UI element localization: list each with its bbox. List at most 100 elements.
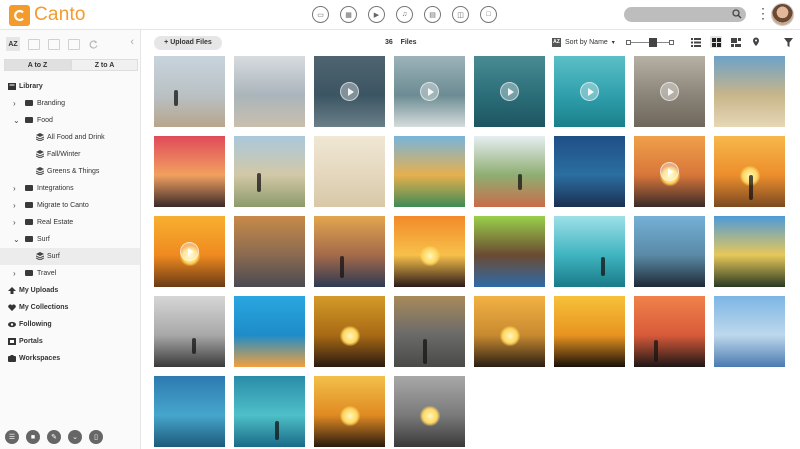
tree-album[interactable]: All Food and Drink: [0, 129, 140, 146]
image-thumbnail[interactable]: [234, 376, 305, 447]
sidebar-section[interactable]: Following: [0, 316, 140, 333]
logo[interactable]: Canto: [9, 4, 86, 26]
image-thumbnail[interactable]: [394, 296, 465, 367]
image-thumbnail[interactable]: [634, 216, 705, 287]
chevron-down-icon[interactable]: ⌄: [13, 112, 20, 129]
image-thumbnail[interactable]: [554, 136, 625, 207]
tree-album[interactable]: Greens & Things: [0, 163, 140, 180]
image-thumbnail[interactable]: [714, 216, 785, 287]
collapse-sidebar-icon[interactable]: ‹: [130, 36, 134, 48]
image-thumbnail[interactable]: [714, 296, 785, 367]
image-thumbnail[interactable]: [154, 136, 225, 207]
image-thumbnail[interactable]: [154, 296, 225, 367]
image-thumbnail[interactable]: [474, 216, 545, 287]
zoom-out-icon[interactable]: [626, 40, 631, 45]
map-view-icon[interactable]: [750, 36, 762, 48]
sort-dropdown[interactable]: AZ Sort by Name ▾: [552, 38, 615, 47]
image-thumbnail[interactable]: [394, 136, 465, 207]
image-thumbnail[interactable]: [234, 136, 305, 207]
play-icon[interactable]: [500, 82, 519, 101]
zoom-handle[interactable]: [649, 38, 657, 47]
video-icon[interactable]: ▶: [368, 6, 385, 23]
play-icon[interactable]: [180, 242, 199, 261]
all-files-icon[interactable]: ▭: [312, 6, 329, 23]
tree-folder[interactable]: › Travel: [0, 265, 140, 282]
video-thumbnail[interactable]: [634, 56, 705, 127]
image-thumbnail[interactable]: [714, 56, 785, 127]
image-thumbnail[interactable]: [154, 376, 225, 447]
image-thumbnail[interactable]: [474, 136, 545, 207]
tree-folder[interactable]: ⌄ Surf: [0, 231, 140, 248]
edit-icon[interactable]: ✎: [47, 430, 61, 444]
edit-folder-icon[interactable]: [48, 38, 60, 50]
masonry-view-icon[interactable]: [730, 36, 742, 48]
video-thumbnail[interactable]: [154, 216, 225, 287]
image-icon[interactable]: ▦: [340, 6, 357, 23]
refresh-icon[interactable]: [88, 39, 99, 50]
play-icon[interactable]: [580, 82, 599, 101]
image-thumbnail[interactable]: [474, 296, 545, 367]
grid-view-icon[interactable]: [710, 36, 722, 48]
image-thumbnail[interactable]: [554, 216, 625, 287]
image-thumbnail[interactable]: [314, 376, 385, 447]
image-thumbnail[interactable]: [394, 216, 465, 287]
sidebar-section[interactable]: My Uploads: [0, 282, 140, 299]
image-thumbnail[interactable]: [154, 56, 225, 127]
chevron-right-icon[interactable]: ›: [13, 95, 16, 112]
image-thumbnail[interactable]: [234, 296, 305, 367]
document-icon[interactable]: ▤: [424, 6, 441, 23]
search-input[interactable]: [624, 7, 746, 22]
image-thumbnail[interactable]: [394, 376, 465, 447]
upload-files-button[interactable]: + Upload Files: [154, 36, 222, 50]
tree-album[interactable]: Surf: [0, 248, 140, 265]
video-thumbnail[interactable]: [474, 56, 545, 127]
tree-folder[interactable]: › Branding: [0, 95, 140, 112]
chevron-right-icon[interactable]: ›: [13, 214, 16, 231]
image-thumbnail[interactable]: [714, 136, 785, 207]
chevron-right-icon[interactable]: ›: [13, 197, 16, 214]
zoom-slider[interactable]: [626, 38, 674, 47]
image-thumbnail[interactable]: [554, 296, 625, 367]
image-thumbnail[interactable]: [314, 216, 385, 287]
image-thumbnail[interactable]: [234, 216, 305, 287]
chevron-right-icon[interactable]: ›: [13, 265, 16, 282]
zoom-in-icon[interactable]: [669, 40, 674, 45]
tree-album[interactable]: Fall/Winter: [0, 146, 140, 163]
sort-a-to-z-button[interactable]: A to Z: [4, 59, 71, 71]
sidebar-section[interactable]: Portals: [0, 333, 140, 350]
play-icon[interactable]: [660, 162, 679, 181]
image-thumbnail[interactable]: [234, 56, 305, 127]
play-icon[interactable]: [660, 82, 679, 101]
stack-icon[interactable]: ☰: [5, 430, 19, 444]
video-thumbnail[interactable]: [554, 56, 625, 127]
presentation-icon[interactable]: ◫: [452, 6, 469, 23]
video-thumbnail[interactable]: [394, 56, 465, 127]
library-heading[interactable]: Library: [0, 78, 140, 95]
image-thumbnail[interactable]: [314, 296, 385, 367]
more-menu-icon[interactable]: ⋮: [756, 6, 770, 20]
video-thumbnail[interactable]: [314, 56, 385, 127]
tree-folder[interactable]: ⌄ Food: [0, 112, 140, 129]
new-folder-icon[interactable]: [28, 38, 40, 50]
video-thumbnail[interactable]: [634, 136, 705, 207]
avatar[interactable]: [771, 3, 794, 26]
play-icon[interactable]: [420, 82, 439, 101]
other-file-icon[interactable]: □: [480, 6, 497, 23]
image-thumbnail[interactable]: [314, 136, 385, 207]
tree-folder[interactable]: › Real Estate: [0, 214, 140, 231]
sidebar-section[interactable]: My Collections: [0, 299, 140, 316]
sort-z-to-a-button[interactable]: Z to A: [71, 59, 138, 71]
image-thumbnail[interactable]: [634, 296, 705, 367]
chevron-right-icon[interactable]: ›: [13, 180, 16, 197]
tree-folder[interactable]: › Migrate to Canto: [0, 197, 140, 214]
trash-icon[interactable]: ▯: [89, 430, 103, 444]
play-icon[interactable]: [340, 82, 359, 101]
sidebar-section[interactable]: Workspaces: [0, 350, 140, 367]
audio-icon[interactable]: ♫: [396, 6, 413, 23]
sort-az-icon[interactable]: AZ: [6, 37, 20, 51]
chevron-down-icon[interactable]: ⌄: [68, 430, 82, 444]
comment-icon[interactable]: ■: [26, 430, 40, 444]
list-view-icon[interactable]: [690, 36, 702, 48]
tree-folder[interactable]: › Integrations: [0, 180, 140, 197]
chevron-down-icon[interactable]: ⌄: [13, 231, 20, 248]
